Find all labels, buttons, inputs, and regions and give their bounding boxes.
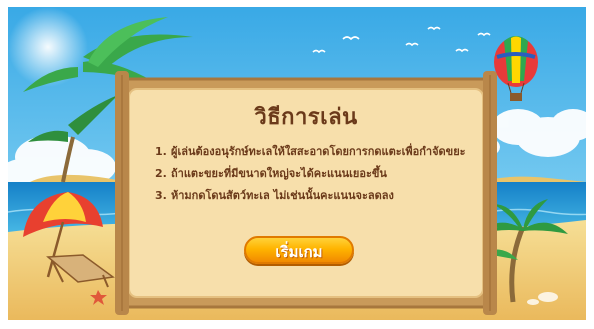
- rules-list: 1. ผู้เล่นต้องอนุรักษ์ทะเลให้ใสสะอาดโดยกา…: [155, 141, 485, 207]
- rule-text: ห้ามกดโดนสัตว์ทะเล ไม่เช่นนั้นคะแนนจะลดล…: [171, 189, 394, 202]
- instructions-panel: วิธีการเล่น 1. ผู้เล่นต้องอนุรักษ์ทะเลให้…: [115, 71, 497, 315]
- rule-item: 3. ห้ามกดโดนสัตว์ทะเล ไม่เช่นนั้นคะแนนจะล…: [155, 185, 485, 207]
- rule-text: ผู้เล่นต้องอนุรักษ์ทะเลให้ใสสะอาดโดยการก…: [171, 145, 466, 158]
- rule-text: ถ้าแตะขยะที่มีขนาดใหญ่จะได้คะแนนเยอะขึ้น: [171, 167, 387, 180]
- rule-item: 2. ถ้าแตะขยะที่มีขนาดใหญ่จะได้คะแนนเยอะขึ…: [155, 163, 485, 185]
- start-game-button[interactable]: เริ่มเกม: [244, 236, 354, 264]
- rule-number: 2.: [155, 167, 167, 180]
- game-screen: วิธีการเล่น 1. ผู้เล่นต้องอนุรักษ์ทะเลให้…: [8, 7, 586, 320]
- page-title: วิธีการเล่น: [254, 105, 358, 130]
- rule-number: 3.: [155, 189, 167, 202]
- rule-number: 1.: [155, 145, 167, 158]
- rule-item: 1. ผู้เล่นต้องอนุรักษ์ทะเลให้ใสสะอาดโดยกา…: [155, 141, 485, 163]
